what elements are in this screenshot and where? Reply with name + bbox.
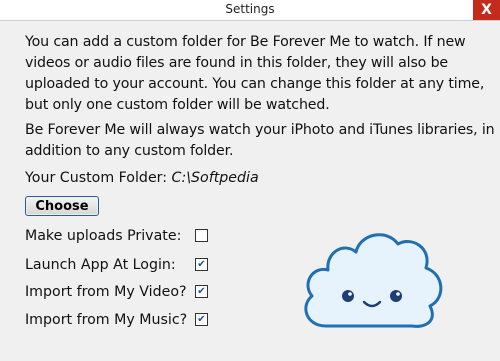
close-button[interactable]: X [473,0,500,20]
custom-folder-path: C:\Softpedia [171,170,259,186]
option-label: Import from My Video? [25,284,187,300]
import-video-checkbox[interactable]: ✔ [195,285,208,298]
libraries-paragraph: Be Forever Me will always watch your iPh… [25,122,495,159]
launch-at-login-checkbox[interactable]: ✔ [195,258,208,271]
custom-folder-row: Your Custom Folder: C:\Softpedia [25,168,259,189]
cloud-face-icon [304,233,443,328]
import-music-checkbox[interactable]: ✔ [195,313,208,326]
title-bar: Settings X [0,0,500,21]
option-import-music: Import from My Music? ✔ [25,310,208,330]
private-uploads-checkbox[interactable] [195,229,208,242]
option-import-video: Import from My Video? ✔ [25,282,208,302]
option-private-uploads: Make uploads Private: [25,226,208,246]
option-launch-at-login: Launch App At Login: ✔ [25,255,208,275]
choose-button[interactable]: Choose [25,196,99,216]
option-label: Import from My Music? [25,312,188,328]
window-title: Settings [225,2,275,16]
description-paragraph: You can add a custom folder for Be Forev… [25,34,485,113]
option-label: Launch App At Login: [25,257,176,273]
option-label: Make uploads Private: [25,228,182,244]
custom-folder-label: Your Custom Folder: [25,170,172,186]
